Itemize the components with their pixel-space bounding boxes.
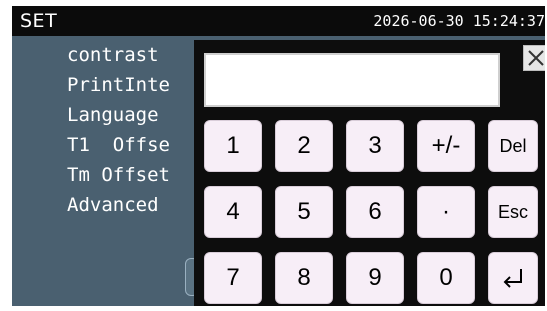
delete-button[interactable]: Del bbox=[488, 120, 538, 172]
device-screen: SET 2026-06-30 15:24:37 contrast PrintIn… bbox=[12, 6, 545, 306]
close-button[interactable] bbox=[523, 45, 545, 71]
key-4[interactable]: 4 bbox=[204, 186, 262, 238]
key-1[interactable]: 1 bbox=[204, 120, 262, 172]
escape-button[interactable]: Esc bbox=[488, 186, 538, 238]
keypad-input-display[interactable] bbox=[204, 53, 500, 107]
decimal-point-button[interactable]: · bbox=[417, 186, 475, 238]
menu-item-language[interactable]: Language bbox=[67, 100, 170, 130]
sign-toggle-button[interactable]: +/- bbox=[417, 120, 475, 172]
enter-icon bbox=[503, 269, 522, 288]
enter-button[interactable] bbox=[488, 252, 538, 304]
key-3[interactable]: 3 bbox=[346, 120, 404, 172]
key-9[interactable]: 9 bbox=[346, 252, 404, 304]
screen-title: SET bbox=[20, 10, 58, 32]
key-8[interactable]: 8 bbox=[275, 252, 333, 304]
datetime-display: 2026-06-30 15:24:37 bbox=[373, 12, 545, 30]
settings-menu: contrast PrintInte Language T1 Offse Tm … bbox=[67, 40, 170, 220]
key-0[interactable]: 0 bbox=[417, 252, 475, 304]
menu-item-tm-offset[interactable]: Tm Offset bbox=[67, 160, 170, 190]
key-7[interactable]: 7 bbox=[204, 252, 262, 304]
key-5[interactable]: 5 bbox=[275, 186, 333, 238]
key-6[interactable]: 6 bbox=[346, 186, 404, 238]
menu-item-print-interval[interactable]: PrintInte bbox=[67, 70, 170, 100]
top-bar: SET 2026-06-30 15:24:37 bbox=[12, 6, 545, 36]
key-2[interactable]: 2 bbox=[275, 120, 333, 172]
close-icon bbox=[528, 50, 544, 66]
menu-item-contrast[interactable]: contrast bbox=[67, 40, 170, 70]
menu-item-advanced[interactable]: Advanced bbox=[67, 190, 170, 220]
menu-item-t1-offset[interactable]: T1 Offse bbox=[67, 130, 170, 160]
numeric-keypad: 1 2 3 +/- Del 4 5 6 · Esc 7 8 9 0 bbox=[194, 40, 545, 306]
